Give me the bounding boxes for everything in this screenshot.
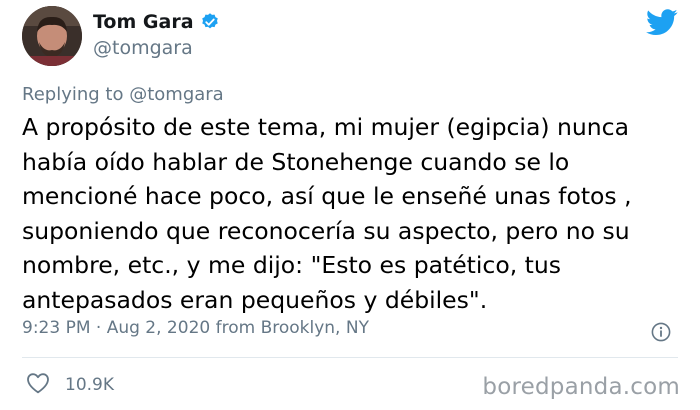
author-handle[interactable]: @tomgara [93,37,193,59]
info-icon[interactable] [651,322,671,342]
tweet-text: A propósito de este tema, mi mujer (egip… [22,113,632,314]
replying-to: Replying to @tomgara [22,84,224,105]
avatar[interactable] [22,6,82,66]
verified-badge-icon [200,12,220,32]
divider [22,357,678,358]
twitter-bird-icon[interactable] [646,9,678,36]
heart-icon [26,372,50,398]
like-count: 10.9K [65,375,114,395]
author-name[interactable]: Tom Gara [93,11,194,33]
replying-to-handle-link[interactable]: @tomgara [129,84,224,105]
like-button[interactable]: 10.9K [26,372,114,398]
replying-to-label: Replying to [22,84,124,105]
tweet-timestamp[interactable]: 9:23 PM · Aug 2, 2020 from Brooklyn, NY [22,318,369,338]
author-name-row[interactable]: Tom Gara [93,11,220,33]
boredpanda-watermark: boredpanda.com [482,374,680,400]
avatar-image [22,6,82,66]
